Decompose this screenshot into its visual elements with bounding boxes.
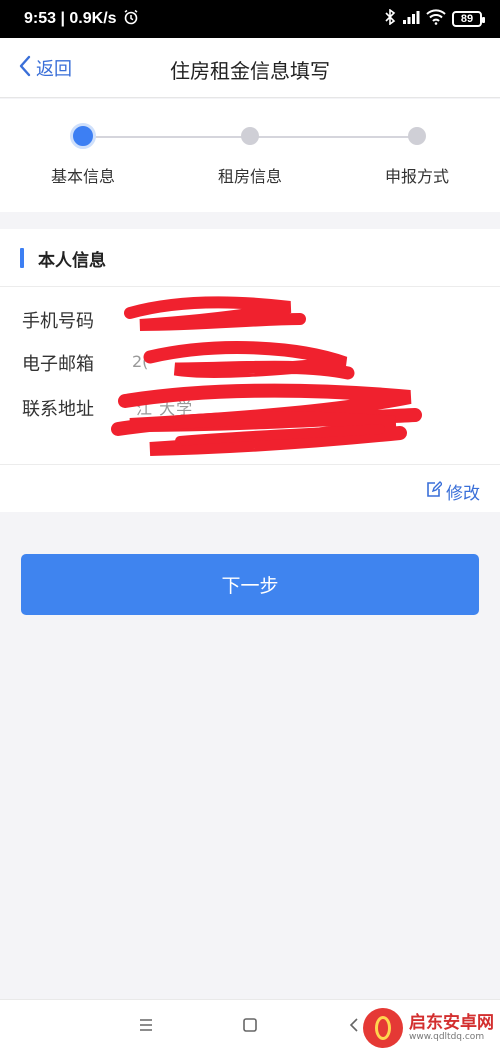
step-dot-active (70, 123, 96, 149)
step-connector (94, 136, 242, 138)
section-title: 本人信息 (38, 251, 106, 271)
step-connector (258, 136, 409, 138)
next-step-button[interactable]: 下一步 (21, 554, 479, 615)
personal-info-card: 本人信息 手机号码 电子邮箱 2( 联系地址 江 大学 修改 (0, 229, 500, 512)
status-bar: 9:53 | 0.9K/s 89 (0, 0, 500, 38)
edit-button[interactable]: 修改 (426, 479, 480, 504)
wifi-icon (426, 8, 446, 30)
address-label: 联系地址 (22, 399, 94, 420)
nav-bar: 返回 住房租金信息填写 (0, 38, 500, 98)
back-nav-icon[interactable] (348, 1014, 360, 1039)
back-label: 返回 (36, 59, 72, 80)
signal-icon (402, 10, 420, 29)
watermark: 启东安卓网 www.qdltdq.com (363, 1008, 494, 1048)
step-label-rental: 租房信息 (217, 167, 282, 186)
battery-icon: 89 (452, 11, 485, 27)
watermark-brand: 启东安卓网 (409, 1013, 494, 1033)
back-button[interactable]: 返回 (18, 55, 72, 81)
watermark-url: www.qdltdq.com (409, 1032, 485, 1042)
chevron-left-icon (18, 55, 32, 82)
bluetooth-icon (384, 7, 396, 30)
alarm-icon (123, 9, 139, 30)
phone-label: 手机号码 (22, 311, 94, 332)
step-dot (241, 127, 259, 145)
watermark-logo-icon (363, 1008, 403, 1048)
page-title: 住房租金信息填写 (170, 59, 330, 83)
system-nav-bar: 启东安卓网 www.qdltdq.com (0, 999, 500, 1057)
step-indicator: 基本信息 租房信息 申报方式 (0, 99, 500, 212)
edit-label: 修改 (446, 484, 480, 504)
home-icon[interactable] (242, 1014, 258, 1039)
edit-row: 修改 (0, 464, 500, 512)
step-label-basic: 基本信息 (50, 167, 115, 186)
step-dot (408, 127, 426, 145)
edit-icon (426, 480, 443, 503)
step-label-filing: 申报方式 (384, 167, 449, 186)
status-time: 9:53 | 0.9K/s (24, 10, 117, 27)
card-header: 本人信息 (0, 229, 500, 287)
address-value: 江 大学 (136, 399, 194, 418)
email-label: 电子邮箱 (22, 354, 94, 375)
section-accent-bar (20, 248, 24, 268)
email-value: 2( (132, 352, 149, 371)
menu-icon[interactable] (138, 1014, 154, 1039)
